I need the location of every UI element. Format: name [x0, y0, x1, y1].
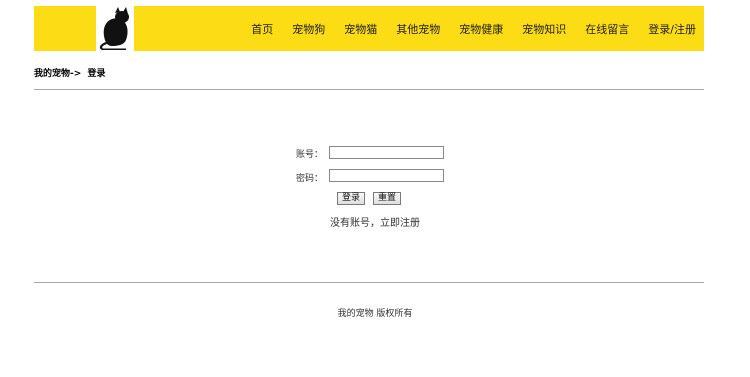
divider-bottom: [34, 282, 704, 283]
breadcrumb-separator: ->: [70, 69, 82, 79]
no-account-text: 没有账号，: [330, 218, 380, 229]
login-button[interactable]: 登录: [337, 192, 366, 205]
account-input[interactable]: [329, 146, 444, 159]
divider-top: [34, 89, 704, 90]
password-input[interactable]: [329, 169, 444, 182]
breadcrumb: 我的宠物-> 登录: [34, 66, 105, 79]
nav-item-other-pets[interactable]: 其他宠物: [396, 21, 440, 37]
black-cat-icon: [99, 7, 129, 50]
register-link[interactable]: 立即注册: [380, 218, 420, 229]
main-nav: 首页 宠物狗 宠物猫 其他宠物 宠物健康 宠物知识 在线留言 登录/注册: [251, 6, 696, 51]
account-label: 账号：: [296, 150, 324, 160]
password-label: 密码：: [296, 174, 324, 184]
nav-item-home[interactable]: 首页: [251, 21, 273, 37]
nav-item-guestbook[interactable]: 在线留言: [585, 21, 629, 37]
register-prompt: 没有账号，立即注册: [0, 214, 750, 229]
page: 首页 宠物狗 宠物猫 其他宠物 宠物健康 宠物知识 在线留言 登录/注册 我的宠…: [0, 0, 750, 377]
footer-copyright: 我的宠物 版权所有: [337, 309, 413, 319]
header-bar: 首页 宠物狗 宠物猫 其他宠物 宠物健康 宠物知识 在线留言 登录/注册: [34, 6, 704, 51]
nav-item-cats[interactable]: 宠物猫: [344, 21, 377, 37]
breadcrumb-home[interactable]: 我的宠物: [34, 69, 70, 79]
reset-button[interactable]: 重置: [373, 192, 402, 205]
nav-item-dogs[interactable]: 宠物狗: [292, 21, 325, 37]
nav-item-pet-knowledge[interactable]: 宠物知识: [522, 21, 566, 37]
nav-item-pet-health[interactable]: 宠物健康: [459, 21, 503, 37]
nav-item-login-register[interactable]: 登录/注册: [648, 21, 696, 37]
breadcrumb-current: 登录: [87, 69, 106, 79]
logo[interactable]: [96, 6, 134, 51]
